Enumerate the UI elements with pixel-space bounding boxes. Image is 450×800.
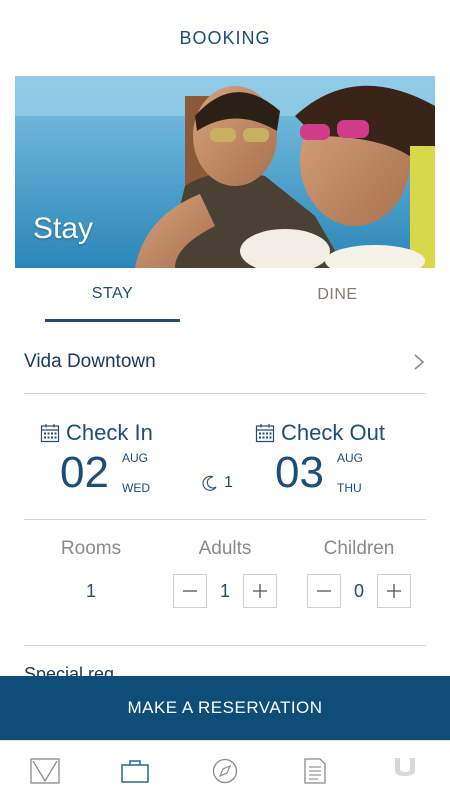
plus-icon [387, 584, 401, 598]
make-reservation-button[interactable]: MAKE A RESERVATION [0, 676, 450, 740]
hotel-selector[interactable]: Vida Downtown [24, 330, 426, 394]
adults-decrement-button[interactable] [173, 574, 207, 608]
check-out-weekday: THU [337, 481, 362, 495]
check-in-day: 02 [60, 448, 109, 497]
adults-stepper: 1 [158, 574, 292, 608]
tab-stay[interactable]: STAY [45, 268, 180, 322]
adults-value: 1 [219, 580, 230, 601]
hero-caption: Stay [33, 212, 94, 245]
children-decrement-button[interactable] [307, 574, 341, 608]
tab-dine[interactable]: DINE [270, 268, 405, 322]
make-reservation-label: MAKE A RESERVATION [127, 698, 323, 717]
nav-item-home[interactable] [0, 741, 90, 800]
children-label: Children [323, 538, 395, 559]
plus-icon [253, 584, 267, 598]
bottom-nav [0, 740, 450, 800]
page-title: BOOKING [179, 27, 271, 48]
adults-label: Adults [198, 538, 252, 559]
chevron-right-icon [414, 353, 425, 370]
children-value: 0 [353, 580, 364, 601]
document-icon [304, 757, 326, 784]
nav-item-documents[interactable] [270, 741, 360, 800]
check-in-date[interactable]: Check In 02 AUG WED [40, 420, 153, 498]
u-by-emaar-logo-icon [395, 757, 415, 776]
check-out-month: AUG [337, 451, 364, 465]
check-in-month: AUG [122, 451, 149, 465]
rooms-field: Rooms 1 [24, 538, 158, 608]
adults-increment-button[interactable] [243, 574, 277, 608]
minus-icon [317, 590, 331, 592]
moon-icon [202, 475, 217, 491]
vida-logo-icon [30, 757, 60, 784]
check-out-label: Check Out [281, 420, 385, 445]
nav-item-explore[interactable] [180, 741, 270, 800]
calendar-icon [255, 424, 275, 443]
children-stepper: 0 [292, 574, 426, 608]
check-out-date[interactable]: Check Out 03 AUG THU [255, 420, 385, 498]
check-in-weekday: WED [122, 481, 150, 495]
nav-item-booking[interactable] [90, 741, 180, 800]
hotel-name: Vida Downtown [24, 350, 156, 372]
children-increment-button[interactable] [377, 574, 411, 608]
adults-field: Adults 1 [158, 538, 292, 608]
compass-icon [212, 758, 238, 783]
check-out-day: 03 [275, 448, 324, 497]
rooms-value[interactable]: 1 [73, 581, 109, 602]
briefcase-icon [121, 759, 149, 783]
check-in-label: Check In [66, 420, 153, 445]
children-field: Children 0 [292, 538, 426, 608]
booking-tabs: STAY DINE [0, 268, 450, 322]
nights-value: 1 [224, 474, 233, 491]
rooms-label: Rooms [60, 538, 122, 559]
guest-selector: Rooms 1 Adults 1 Children 0 [24, 520, 426, 646]
header: BOOKING [0, 0, 450, 76]
date-selector: Check In 02 AUG WED 1 Check Out 03 AUG T… [24, 394, 426, 520]
minus-icon [183, 590, 197, 592]
calendar-icon [40, 424, 60, 443]
nights-count: 1 [202, 474, 233, 492]
nav-item-u-by-emaar[interactable] [360, 741, 450, 800]
hero-image: Stay [15, 76, 435, 268]
